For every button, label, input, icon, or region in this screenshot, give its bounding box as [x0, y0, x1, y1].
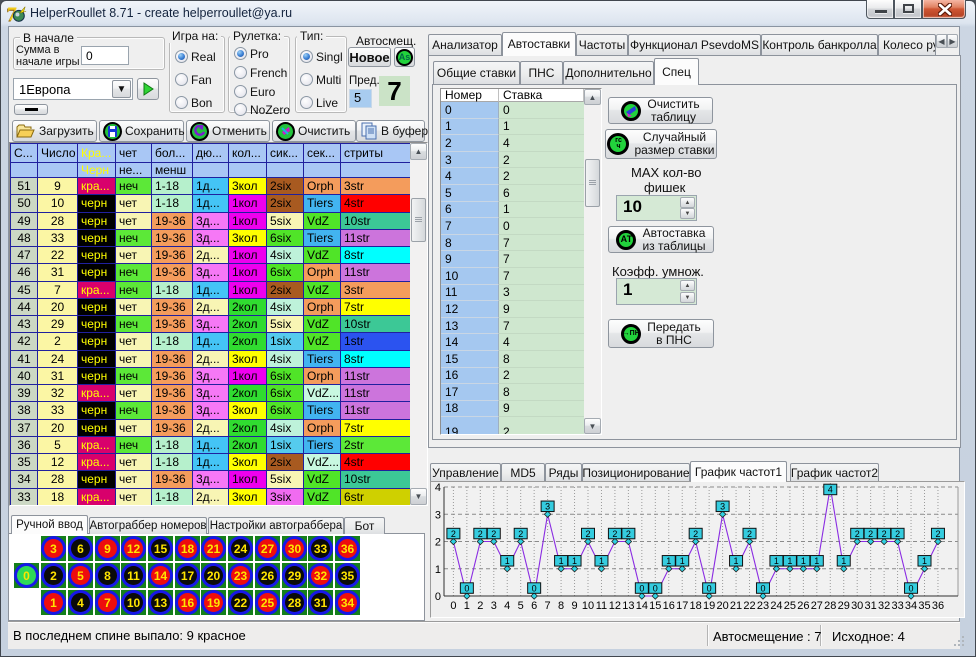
svg-text:16: 16 — [663, 600, 675, 612]
svg-text:1: 1 — [464, 600, 470, 612]
svg-text:34: 34 — [905, 600, 917, 612]
svg-text:2: 2 — [612, 529, 617, 539]
svg-text:7: 7 — [545, 600, 551, 612]
svg-text:8: 8 — [558, 600, 564, 612]
svg-text:3: 3 — [435, 509, 441, 521]
svg-text:9: 9 — [571, 600, 577, 612]
svg-text:0: 0 — [707, 583, 712, 593]
svg-text:2: 2 — [435, 537, 441, 549]
svg-text:23: 23 — [757, 600, 769, 612]
svg-text:35: 35 — [918, 600, 930, 612]
svg-text:11: 11 — [596, 600, 607, 612]
svg-text:2: 2 — [693, 529, 698, 539]
svg-text:2: 2 — [585, 529, 590, 539]
svg-text:36: 36 — [932, 600, 944, 612]
svg-text:1: 1 — [734, 556, 739, 566]
svg-text:1: 1 — [572, 556, 577, 566]
svg-text:1: 1 — [505, 556, 510, 566]
svg-text:29: 29 — [838, 600, 850, 612]
svg-text:21: 21 — [730, 600, 742, 612]
svg-text:0: 0 — [760, 583, 765, 593]
svg-text:19: 19 — [703, 600, 715, 612]
svg-text:2: 2 — [895, 529, 900, 539]
svg-text:2: 2 — [518, 529, 523, 539]
svg-text:0: 0 — [464, 583, 469, 593]
svg-text:2: 2 — [935, 529, 940, 539]
svg-text:1: 1 — [801, 556, 806, 566]
svg-text:3: 3 — [720, 502, 725, 512]
svg-text:3: 3 — [491, 600, 497, 612]
svg-text:2: 2 — [477, 600, 483, 612]
svg-text:1: 1 — [774, 556, 779, 566]
svg-text:13: 13 — [622, 600, 634, 612]
svg-text:33: 33 — [891, 600, 903, 612]
svg-text:27: 27 — [811, 600, 823, 612]
svg-text:5: 5 — [518, 600, 524, 612]
svg-text:28: 28 — [824, 600, 836, 612]
svg-text:1: 1 — [814, 556, 819, 566]
svg-text:12: 12 — [609, 600, 621, 612]
svg-text:1: 1 — [435, 564, 441, 576]
svg-text:14: 14 — [636, 600, 648, 612]
svg-text:2: 2 — [478, 529, 483, 539]
svg-text:6: 6 — [531, 600, 537, 612]
svg-text:4: 4 — [504, 600, 510, 612]
svg-text:2: 2 — [451, 529, 456, 539]
svg-text:4: 4 — [435, 482, 441, 494]
svg-text:1: 1 — [559, 556, 564, 566]
svg-text:4: 4 — [828, 485, 833, 495]
svg-text:30: 30 — [851, 600, 863, 612]
svg-text:18: 18 — [690, 600, 702, 612]
svg-text:1: 1 — [922, 556, 927, 566]
svg-text:2: 2 — [855, 529, 860, 539]
svg-text:22: 22 — [743, 600, 755, 612]
svg-text:0: 0 — [450, 600, 456, 612]
svg-text:2: 2 — [882, 529, 887, 539]
svg-text:25: 25 — [784, 600, 796, 612]
svg-text:1: 1 — [841, 556, 846, 566]
svg-text:2: 2 — [868, 529, 873, 539]
svg-text:0: 0 — [435, 591, 441, 603]
svg-text:2: 2 — [626, 529, 631, 539]
svg-text:2: 2 — [491, 529, 496, 539]
svg-text:31: 31 — [865, 600, 877, 612]
svg-text:2: 2 — [747, 529, 752, 539]
svg-text:0: 0 — [532, 583, 537, 593]
svg-text:0: 0 — [639, 583, 644, 593]
svg-text:1: 1 — [680, 556, 685, 566]
svg-text:24: 24 — [770, 600, 782, 612]
svg-text:20: 20 — [716, 600, 728, 612]
svg-text:0: 0 — [653, 583, 658, 593]
svg-text:3: 3 — [545, 502, 550, 512]
svg-text:0: 0 — [909, 583, 914, 593]
svg-text:1: 1 — [666, 556, 671, 566]
svg-text:1: 1 — [787, 556, 792, 566]
svg-text:32: 32 — [878, 600, 890, 612]
svg-text:10: 10 — [582, 600, 594, 612]
svg-text:1: 1 — [599, 556, 604, 566]
svg-text:15: 15 — [649, 600, 661, 612]
svg-text:26: 26 — [797, 600, 809, 612]
svg-text:17: 17 — [676, 600, 688, 612]
